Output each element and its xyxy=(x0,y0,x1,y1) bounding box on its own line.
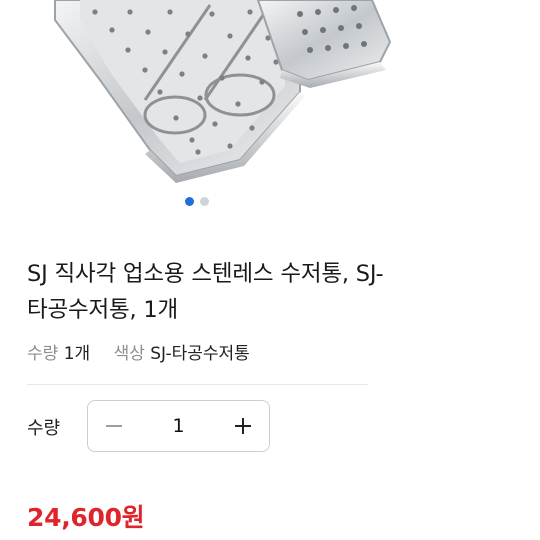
product-image[interactable] xyxy=(0,0,540,190)
divider xyxy=(27,384,368,385)
option-value-color: SJ-타공수저통 xyxy=(150,344,250,364)
plus-icon xyxy=(235,418,251,434)
quantity-label: 수량 xyxy=(27,418,61,439)
decrease-quantity-button[interactable] xyxy=(88,401,140,451)
increase-quantity-button[interactable] xyxy=(217,401,269,451)
option-key-color: 색상 xyxy=(113,344,145,364)
selected-options: 수량 1개 색상 SJ-타공수저통 xyxy=(27,339,250,364)
product-title: SJ 직사각 업소용 스텐레스 수저통, SJ-타공수저통, 1개 xyxy=(27,261,384,323)
carousel-indicator xyxy=(185,197,209,206)
product-price: 24,600원 xyxy=(27,503,145,532)
quantity-value[interactable]: 1 xyxy=(140,401,217,451)
minus-icon xyxy=(106,425,122,427)
carousel-dot-2[interactable] xyxy=(200,197,209,206)
quantity-stepper[interactable]: 1 xyxy=(87,400,270,452)
product-photo-svg xyxy=(54,0,392,183)
carousel-dot-1[interactable] xyxy=(185,197,194,206)
option-value-quantity: 1개 xyxy=(63,344,91,364)
option-key-quantity: 수량 xyxy=(27,344,59,364)
